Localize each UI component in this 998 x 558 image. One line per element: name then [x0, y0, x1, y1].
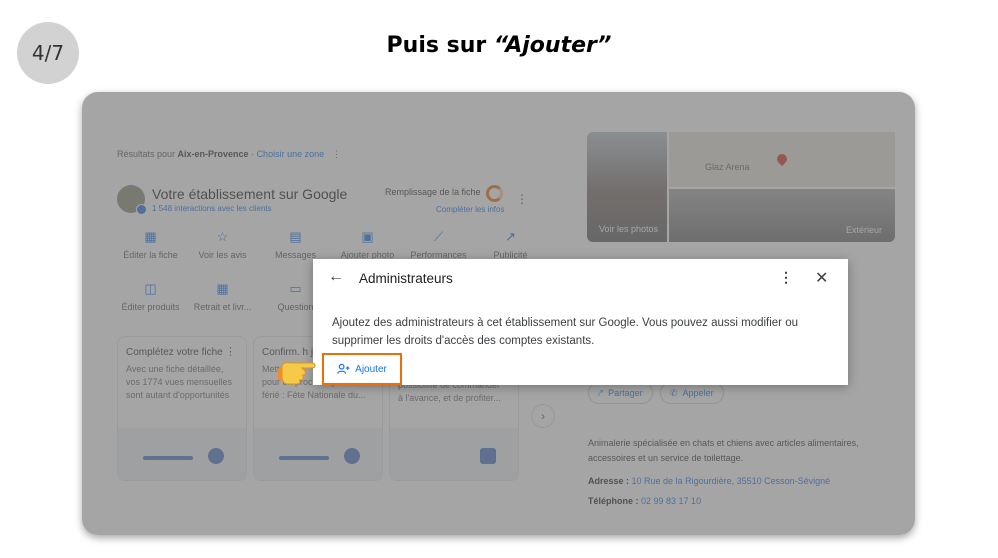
pointing-hand-icon [278, 362, 316, 385]
message-icon: ▤ [289, 229, 302, 244]
action-label: Éditer produits [121, 302, 180, 312]
card-desc-line: férié : Fête Nationale du... [262, 390, 366, 400]
ads-trend-icon: ↗ [505, 229, 516, 244]
add-button-label: Ajouter [355, 363, 387, 375]
complete-info-link[interactable]: Compléter les infos [436, 205, 504, 214]
storefront-icon: ▦ [144, 229, 157, 244]
slide-title-prefix: Puis sur [386, 33, 494, 58]
photo-gallery-thumbnail[interactable]: Voir les photos [587, 132, 667, 242]
action-label: Question [277, 302, 314, 312]
chevron-right-icon: › [541, 409, 545, 423]
action-label: Voir les avis [198, 250, 247, 260]
description-line: Animalerie spécialisée en chats et chien… [588, 438, 859, 448]
dialog-description: Ajoutez des administrateurs à cet établi… [332, 317, 798, 347]
card-description: Avec une fiche détaillée, vos 1774 vues m… [126, 363, 238, 402]
action-reviews[interactable]: ☆ Voir les avis [185, 229, 260, 260]
dialog-title: Administrateurs [359, 271, 453, 286]
add-administrator-button[interactable]: Ajouter [322, 353, 402, 385]
action-label: Messages [274, 250, 317, 260]
action-ads[interactable]: ↗ Publicité [473, 229, 548, 260]
close-icon[interactable]: ✕ [815, 268, 828, 288]
choose-zone-link[interactable]: Choisir une zone [257, 149, 325, 159]
call-chip[interactable]: ✆ Appeler [660, 382, 724, 404]
results-bar: Résultats pour Aix-en-Provence · Choisir… [117, 149, 341, 160]
carousel-next-button[interactable]: › [531, 404, 555, 428]
slide-title-emphasis: “Ajouter” [493, 33, 612, 58]
address-row: Adresse : 10 Rue de la Rigourdière, 3551… [588, 474, 830, 489]
phone-icon: ✆ [670, 387, 678, 398]
phone-row: Téléphone : 02 99 83 17 10 [588, 494, 701, 509]
results-prefix: Résultats pour [117, 149, 178, 159]
back-arrow-icon[interactable]: ← [328, 268, 344, 286]
card-illustration [118, 428, 246, 480]
exterior-photo-thumbnail[interactable]: Extérieur [669, 189, 895, 242]
card-more-icon[interactable]: ⋮ [225, 345, 236, 358]
dialog-more-icon[interactable]: ⋮ [779, 269, 793, 286]
completion-ring-icon [486, 185, 503, 202]
action-add-photo[interactable]: ▣ Ajouter photo [330, 229, 405, 260]
suggestion-card-complete[interactable]: Complétez votre fiche ⋮ Avec une fiche d… [117, 336, 247, 481]
card-desc-line: vos 1774 vues mensuelles [126, 377, 233, 387]
administrators-dialog: ← Administrateurs ⋮ ✕ Ajoutez des admini… [313, 259, 848, 385]
chip-label: Appeler [682, 388, 714, 398]
description-line: accessoires et un service de toilettage. [588, 453, 744, 463]
action-performance[interactable]: ⟋ Performances [401, 229, 476, 260]
exterior-label: Extérieur [846, 225, 883, 235]
calendar-icon: ▦ [216, 281, 229, 296]
view-photos-label: Voir les photos [599, 224, 659, 234]
business-description: Animalerie spécialisée en chats et chien… [588, 436, 859, 466]
business-title: Votre établissement sur Google [152, 186, 348, 202]
phone-link[interactable]: 02 99 83 17 10 [641, 496, 701, 506]
address-label: Adresse : [588, 476, 632, 486]
results-separator: · [248, 149, 257, 159]
business-more-icon[interactable]: ⋮ [516, 192, 528, 206]
action-messages[interactable]: ▤ Messages [258, 229, 333, 260]
verified-icon [136, 204, 147, 215]
results-location: Aix-en-Provence [177, 149, 249, 159]
shopping-bag-icon: ◫ [144, 281, 157, 296]
share-chip[interactable]: ⤤ Partager [588, 382, 653, 404]
trend-icon: ⟋ [433, 229, 444, 244]
card-illustration [254, 428, 382, 480]
star-review-icon: ☆ [216, 229, 229, 244]
action-label: Retrait et livr... [193, 302, 252, 312]
address-link[interactable]: 10 Rue de la Rigourdière, 35510 Cesson-S… [632, 476, 831, 486]
share-icon: ⤤ [598, 387, 604, 398]
card-desc-line: à l'avance, et de profiter... [398, 393, 501, 403]
map-place-label: Glaz Arena [705, 162, 750, 172]
avatar [117, 185, 147, 215]
add-person-icon [337, 363, 350, 374]
fill-label: Remplissage de la fiche [385, 187, 481, 197]
action-edit-profile[interactable]: ▦ Éditer la fiche [113, 229, 188, 260]
photo-icon: ▣ [361, 229, 374, 244]
card-illustration [390, 428, 518, 480]
interactions-link[interactable]: 1 548 interactions avec les clients [152, 204, 272, 213]
slide-title: Puis sur “Ajouter” [0, 33, 998, 58]
action-label: Éditer la fiche [123, 250, 178, 260]
action-edit-products[interactable]: ◫ Éditer produits [113, 281, 188, 312]
card-desc-line: Avec une fiche détaillée, [126, 364, 224, 374]
results-more-icon[interactable]: ⋮ [332, 149, 341, 159]
phone-label: Téléphone : [588, 496, 642, 506]
card-desc-line: sont autant d'opportunités [126, 390, 230, 400]
action-pickup-delivery[interactable]: ▦ Retrait et livr... [185, 281, 260, 312]
card-title: Complétez votre fiche [126, 347, 223, 358]
chip-label: Partager [608, 388, 643, 398]
